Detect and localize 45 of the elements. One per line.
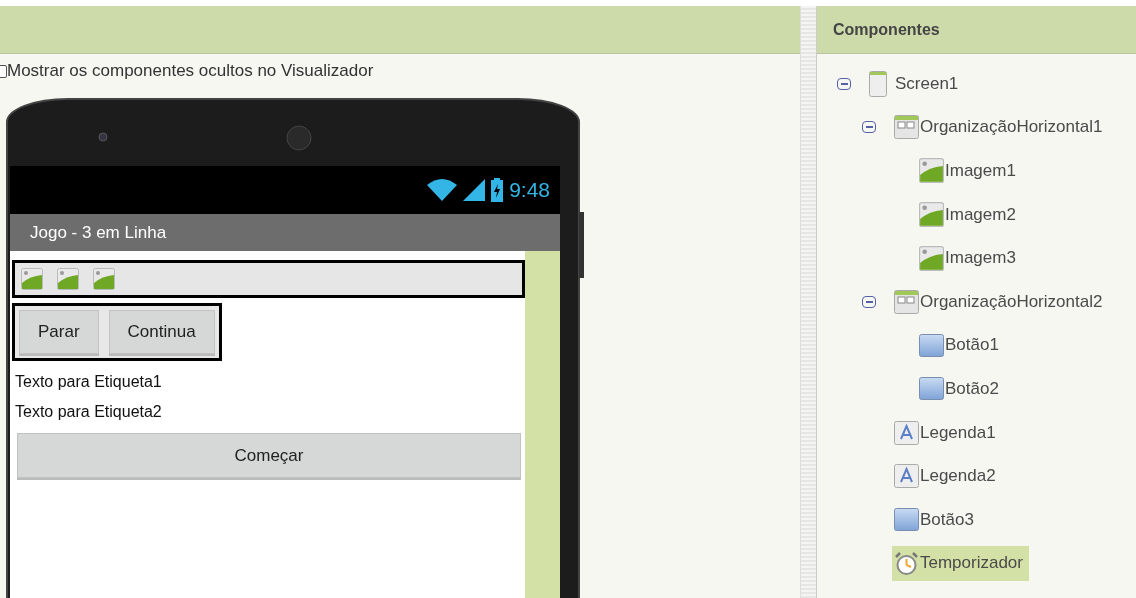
component-tree-item[interactable]: Botão3	[894, 508, 974, 532]
image-icon	[919, 202, 944, 228]
screen-icon	[869, 70, 887, 97]
image-icon	[21, 268, 43, 290]
component-tree-item[interactable]: Screen1	[869, 70, 959, 97]
image-icon	[919, 158, 944, 184]
button-icon	[894, 508, 919, 532]
label-text: Texto para Etiqueta1	[15, 373, 163, 391]
label-text: Texto para Etiqueta2	[15, 403, 163, 421]
component-tree-item[interactable]: Temporizador	[892, 545, 1029, 581]
button-icon	[919, 333, 944, 357]
collapse-toggle[interactable]	[862, 121, 876, 134]
checkbox-label: Mostrar os componentes ocultos no Visualizador	[7, 61, 374, 81]
speaker-grille-icon	[286, 125, 312, 151]
app-title: Jogo - 3 em Linha	[30, 222, 167, 243]
side-key	[579, 212, 584, 278]
collapse-toggle[interactable]	[862, 295, 876, 308]
phone-button[interactable]: Continua	[108, 310, 215, 354]
components-title: Componentes	[833, 20, 940, 39]
status-time: 9:48	[509, 178, 550, 202]
button-icon	[919, 377, 944, 401]
component-tree-item[interactable]: Imagem2	[919, 202, 1016, 228]
label-icon	[894, 420, 919, 445]
signal-icon	[463, 179, 486, 201]
image-icon	[919, 245, 944, 271]
wifi-icon	[427, 179, 458, 201]
component-tree-item[interactable]: Legenda2	[894, 464, 996, 489]
phone-button[interactable]: Parar	[19, 310, 99, 354]
collapse-toggle[interactable]	[837, 77, 851, 90]
image-icon	[93, 268, 115, 290]
arrangement-icon	[894, 115, 919, 140]
component-tree-item[interactable]: Imagem3	[919, 245, 1016, 271]
image-icon	[57, 268, 79, 290]
component-tree-item[interactable]: OrganizaçãoHorizontal1	[894, 115, 1103, 140]
battery-icon	[491, 178, 504, 202]
component-tree-item[interactable]: Imagem1	[919, 158, 1016, 184]
arrangement-icon	[894, 289, 919, 314]
component-tree-item[interactable]: Legenda1	[894, 420, 996, 445]
start-button[interactable]: Começar	[17, 433, 521, 478]
component-tree-item[interactable]: Botão2	[919, 377, 999, 401]
label-icon	[894, 464, 919, 489]
clock-icon	[894, 550, 919, 576]
component-tree-item[interactable]: OrganizaçãoHorizontal2	[894, 289, 1103, 314]
front-camera-icon	[98, 132, 108, 142]
component-tree-item[interactable]: Botão1	[919, 333, 999, 357]
